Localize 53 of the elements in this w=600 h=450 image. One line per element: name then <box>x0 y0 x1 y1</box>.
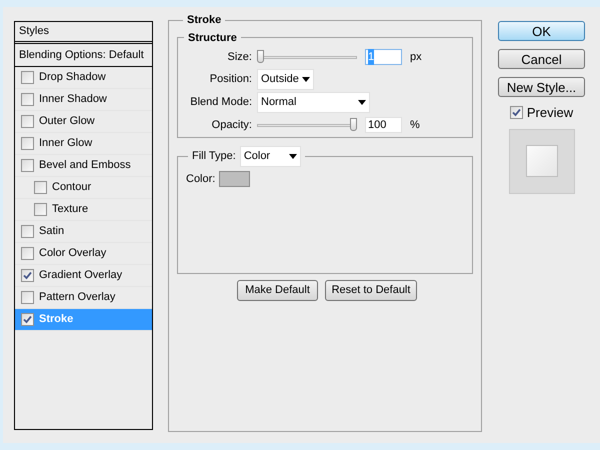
checkbox[interactable] <box>21 291 34 304</box>
style-list-item[interactable]: Blending Options: Default <box>15 44 152 67</box>
style-list-item[interactable]: Color Overlay <box>15 243 152 265</box>
dialog-button[interactable]: OK <box>498 21 585 41</box>
caret-icon <box>302 77 310 82</box>
field-label: Blend Mode: <box>189 95 252 110</box>
style-list-item[interactable]: Bevel and Emboss <box>15 155 152 177</box>
checkbox[interactable] <box>21 313 34 326</box>
dropdown[interactable]: Normal <box>257 92 370 113</box>
group-title: Stroke <box>186 13 222 28</box>
checkbox[interactable] <box>21 93 34 106</box>
style-list-item[interactable]: Texture <box>15 199 152 221</box>
list-header: Styles <box>15 22 152 44</box>
style-list-item[interactable]: Drop Shadow <box>15 67 152 89</box>
checkbox[interactable] <box>21 71 34 84</box>
checkbox[interactable] <box>21 247 34 260</box>
checkbox[interactable] <box>21 269 34 282</box>
field-label: Opacity: <box>210 118 252 133</box>
slider[interactable] <box>257 50 357 64</box>
checkbox[interactable] <box>21 115 34 128</box>
checkbox[interactable] <box>21 137 34 150</box>
dropdown[interactable]: Outside <box>257 69 314 90</box>
group-title: Structure <box>187 30 238 46</box>
dropdown[interactable]: Color <box>240 146 301 166</box>
dialog-button[interactable]: New Style... <box>498 77 585 97</box>
style-list-item[interactable]: Inner Glow <box>15 133 152 155</box>
checkbox[interactable] <box>21 225 34 238</box>
style-list-item[interactable]: Gradient Overlay <box>15 265 152 287</box>
unit-label: % <box>410 118 420 133</box>
checkbox[interactable] <box>510 106 523 120</box>
style-list-item[interactable]: Satin <box>15 221 152 243</box>
dialog-button[interactable]: Cancel <box>498 49 585 69</box>
style-list-item[interactable]: Outer Glow <box>15 111 152 133</box>
style-list-item[interactable]: Inner Shadow <box>15 89 152 111</box>
color-swatch[interactable] <box>219 170 250 187</box>
opacity-field[interactable]: 100 <box>365 117 402 133</box>
checkbox-label: Preview <box>526 104 574 122</box>
checkbox[interactable] <box>34 181 47 194</box>
preview-swatch <box>526 145 558 177</box>
field-label: Position: <box>208 72 252 88</box>
style-list-item[interactable]: Contour <box>15 177 152 199</box>
caret-icon <box>288 154 297 158</box>
field-label: Fill Type: <box>192 148 236 164</box>
checkbox[interactable] <box>21 159 34 172</box>
slider[interactable] <box>257 118 357 132</box>
checkbox[interactable] <box>34 203 47 216</box>
caret-icon <box>358 100 366 105</box>
field-value: 1 <box>368 48 374 66</box>
field-label: Color: <box>186 172 216 186</box>
unit-label: px <box>410 50 422 65</box>
dialog-button[interactable]: Make Default <box>237 280 318 300</box>
field-label: Size: <box>226 50 252 65</box>
dialog-button[interactable]: Reset to Default <box>325 280 417 300</box>
